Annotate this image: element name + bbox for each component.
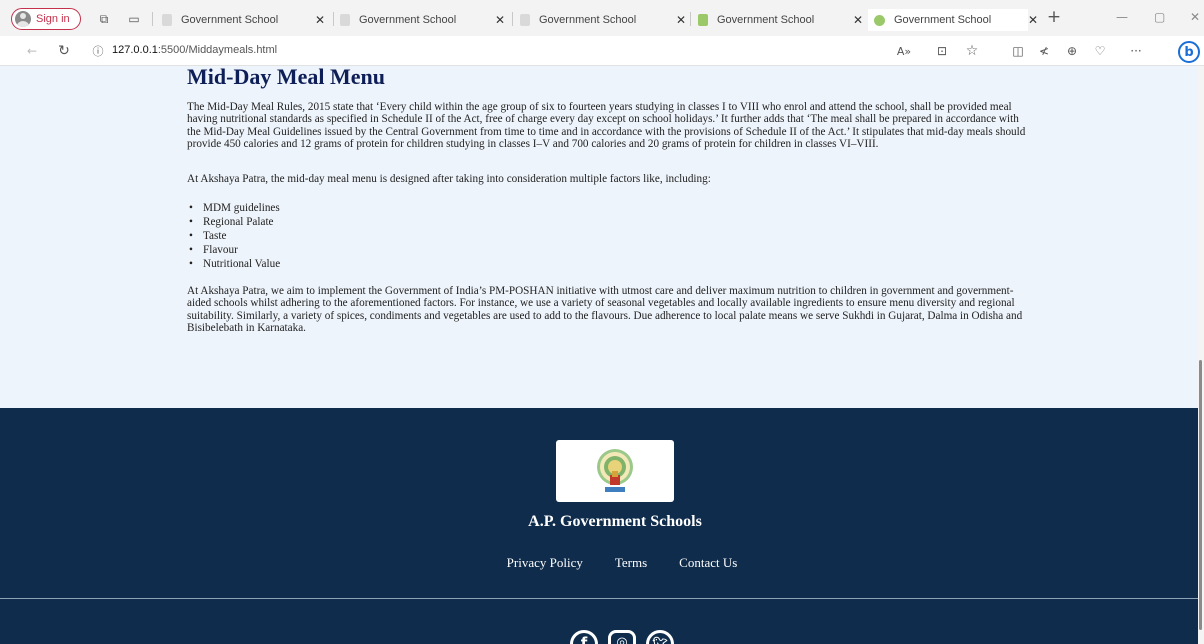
scrollbar-thumb[interactable] <box>1199 360 1202 630</box>
list-item: Flavour <box>189 243 1027 257</box>
footer-links: Privacy Policy Terms Contact Us <box>0 555 1198 571</box>
tab-favicon-icon <box>520 14 530 26</box>
tab-4[interactable]: Government School ✕ <box>698 9 868 31</box>
browser-essentials-icon[interactable]: ♡ <box>1092 43 1108 59</box>
close-tab-icon[interactable]: ✕ <box>1028 13 1038 27</box>
close-tab-icon[interactable]: ✕ <box>676 13 686 27</box>
list-item: Taste <box>189 229 1027 243</box>
tab-favicon-icon <box>162 14 172 26</box>
social-links: f ◎ 🐦︎ <box>570 630 674 644</box>
tab-2[interactable]: Government School ✕ <box>340 9 516 31</box>
address-bar: ← ↻ ⓘ 127.0.0.1:5500/Middaymeals.html A»… <box>0 36 1204 66</box>
tab-3[interactable]: Government School ✕ <box>520 9 696 31</box>
tab-favicon-icon <box>874 14 885 26</box>
factors-list: MDM guidelines Regional Palate Taste Fla… <box>189 201 1027 271</box>
profile-avatar-icon <box>15 11 31 27</box>
more-menu-icon[interactable]: ··· <box>1128 43 1144 59</box>
factors-intro-paragraph: At Akshaya Patra, the mid-day meal menu … <box>187 172 711 185</box>
url-path: :5500/Middaymeals.html <box>157 44 278 56</box>
sign-in-button[interactable]: Sign in <box>11 8 81 30</box>
new-tab-button[interactable]: + <box>1046 7 1062 27</box>
main-content: Mid-Day Meal Menu The Mid-Day Meal Rules… <box>187 66 1027 335</box>
tab-favicon-icon <box>698 14 708 26</box>
facebook-icon[interactable]: f <box>570 630 598 644</box>
instagram-icon[interactable]: ◎ <box>608 630 636 644</box>
refresh-icon[interactable]: ↻ <box>56 43 72 59</box>
footer-brand: A.P. Government Schools <box>528 513 702 530</box>
read-aloud-icon[interactable]: A» <box>896 43 912 59</box>
copilot-icon[interactable]: b <box>1178 41 1200 63</box>
collections-icon[interactable]: ⊕ <box>1064 43 1080 59</box>
intro-paragraph: The Mid-Day Meal Rules, 2015 state that … <box>187 101 1026 151</box>
footer: A.P. Government Schools Privacy Policy T… <box>0 408 1198 644</box>
tab-title: Government School <box>539 14 637 26</box>
list-item: Regional Palate <box>189 215 1027 229</box>
page-scrollbar[interactable] <box>1198 66 1204 644</box>
split-screen-icon[interactable]: ◫ <box>1010 43 1026 59</box>
initiative-paragraph: At Akshaya Patra, we aim to implement th… <box>187 285 1023 335</box>
tab-actions-icon[interactable]: ▭ <box>126 11 142 27</box>
list-item: Nutritional Value <box>189 257 1027 271</box>
tab-title: Government School <box>717 14 815 26</box>
favorite-star-icon[interactable]: ☆ <box>964 43 980 59</box>
close-tab-icon[interactable]: ✕ <box>853 13 863 27</box>
page-viewport: Mid-Day Meal Menu The Mid-Day Meal Rules… <box>0 66 1198 644</box>
minimize-icon[interactable]: — <box>1116 10 1128 24</box>
sign-in-label: Sign in <box>36 13 70 25</box>
tab-1[interactable]: Government School ✕ <box>162 9 332 31</box>
tab-favicon-icon <box>340 14 350 26</box>
privacy-policy-link[interactable]: Privacy Policy <box>507 555 583 571</box>
workspaces-icon[interactable]: ⧉ <box>96 11 112 27</box>
back-icon[interactable]: ← <box>24 43 40 59</box>
twitter-icon[interactable]: 🐦︎ <box>646 630 674 644</box>
close-window-icon[interactable]: ✕ <box>1190 10 1200 24</box>
tab-title: Government School <box>181 14 279 26</box>
list-item: MDM guidelines <box>189 201 1027 215</box>
logo-box <box>556 440 674 502</box>
tab-title: Government School <box>359 14 457 26</box>
close-tab-icon[interactable]: ✕ <box>315 13 325 27</box>
tab-5-active[interactable]: Government School ✕ <box>868 9 1038 31</box>
footer-divider <box>0 598 1198 599</box>
maximize-icon[interactable]: ▢ <box>1154 10 1165 24</box>
url-host: 127.0.0.1 <box>112 44 158 56</box>
ap-government-seal-logo <box>597 449 633 492</box>
contact-us-link[interactable]: Contact Us <box>679 555 737 571</box>
close-tab-icon[interactable]: ✕ <box>495 13 505 27</box>
page-title: Mid-Day Meal Menu <box>187 66 385 89</box>
browser-tab-bar: Sign in ⧉ ▭ Government School ✕ Governme… <box>0 0 1204 36</box>
site-info-icon[interactable]: ⓘ <box>90 43 106 59</box>
immersive-reader-icon[interactable]: ⊡ <box>934 43 950 59</box>
tab-title: Government School <box>894 14 992 26</box>
terms-link[interactable]: Terms <box>615 555 647 571</box>
favorites-icon[interactable]: ≮ <box>1036 43 1052 59</box>
url-field[interactable]: 127.0.0.1:5500/Middaymeals.html <box>112 44 277 56</box>
